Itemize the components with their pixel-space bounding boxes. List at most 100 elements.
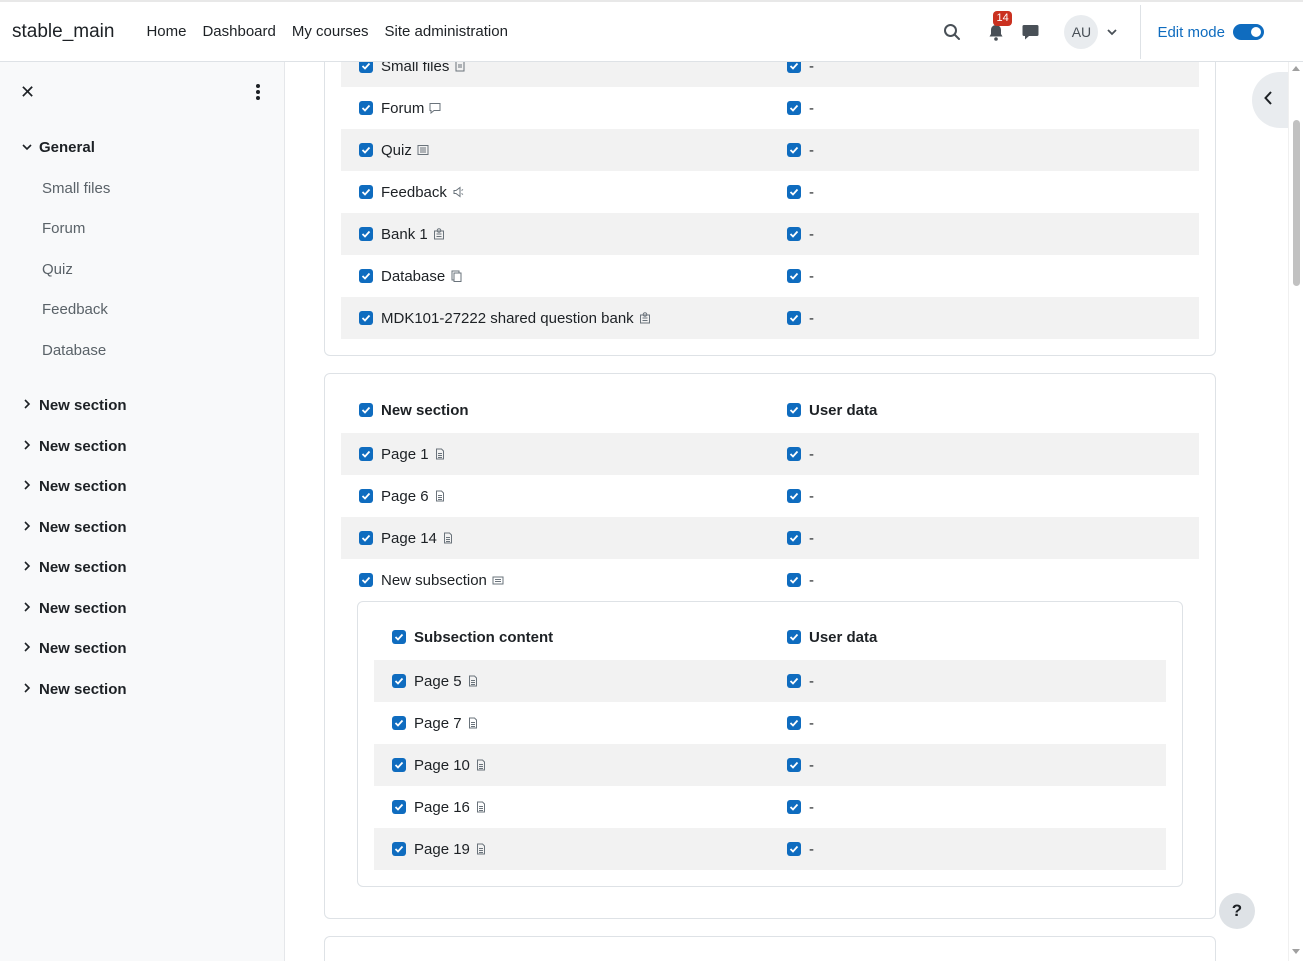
scroll-up-arrow-icon[interactable] [1292,66,1300,71]
checkbox-userdata[interactable] [787,531,801,545]
row-value: - [809,141,814,159]
checkbox-page-10[interactable] [392,758,406,772]
checkbox-quiz[interactable] [359,143,373,157]
checkbox-userdata-all[interactable] [787,403,801,417]
drawer-item-feedback[interactable]: Feedback [42,301,108,318]
course-index-drawer: ✕ General Small files Forum Quiz Feedbac… [0,62,285,961]
checkbox-userdata[interactable] [787,143,801,157]
checkbox-page-1[interactable] [359,447,373,461]
chevron-right-icon [20,683,34,696]
checkbox-userdata[interactable] [787,62,801,73]
drawer-item-forum[interactable]: Forum [42,220,85,237]
nav-dashboard[interactable]: Dashboard [202,23,275,40]
checkbox-userdata[interactable] [787,489,801,503]
page-icon [467,675,479,687]
page-icon [434,448,446,460]
drawer-section-6[interactable]: New section [20,600,127,617]
page-scrollbar[interactable] [1288,62,1303,961]
drawer-section-7[interactable]: New section [20,640,127,657]
drawer-section-general[interactable]: General [20,139,95,156]
checkbox-page-5[interactable] [392,674,406,688]
chevron-right-icon [20,561,34,574]
drawer-section-label: New section [39,681,127,698]
checkbox-userdata[interactable] [787,758,801,772]
checkbox-userdata[interactable] [787,227,801,241]
kebab-menu-icon[interactable] [252,82,264,102]
checkbox-userdata[interactable] [787,447,801,461]
chevron-down-icon [20,142,34,154]
drawer-section-3[interactable]: New section [20,478,127,495]
row-label: Small files [381,62,450,75]
checkbox-database[interactable] [359,269,373,283]
drawer-section-4[interactable]: New section [20,519,127,536]
site-brand[interactable]: stable_main [12,21,114,43]
table-row: MDK101-27222 shared question bank - [341,297,1199,339]
checkbox-feedback[interactable] [359,185,373,199]
navbar-right: 14 AU Edit mode [940,2,1303,62]
nav-site-administration[interactable]: Site administration [385,23,508,40]
checkbox-page-16[interactable] [392,800,406,814]
checkbox-userdata[interactable] [787,185,801,199]
checkbox-userdata[interactable] [787,842,801,856]
subsection-card: Subsection content User data Page 5 - Pa… [357,601,1183,887]
row-value: - [809,99,814,117]
checkbox-forum[interactable] [359,101,373,115]
checkbox-page-6[interactable] [359,489,373,503]
checkbox-userdata-all[interactable] [787,630,801,644]
nav-my-courses[interactable]: My courses [292,23,369,40]
page-icon [467,717,479,729]
messages-icon[interactable] [1018,20,1042,44]
table-row: Feedback - [341,171,1199,213]
scroll-thumb[interactable] [1293,120,1300,286]
file-icon [454,62,466,72]
checkbox-subsection-content[interactable] [392,630,406,644]
checkbox-userdata[interactable] [787,674,801,688]
edit-mode-toggle[interactable] [1233,24,1264,40]
avatar[interactable]: AU [1064,15,1099,49]
row-value: - [809,840,814,858]
nav-home[interactable]: Home [146,23,186,40]
checkbox-bank-1[interactable] [359,227,373,241]
checkbox-userdata[interactable] [787,311,801,325]
drawer-section-5[interactable]: New section [20,559,127,576]
row-label: New subsection [381,571,487,589]
row-label: Page 14 [381,529,437,547]
close-icon[interactable]: ✕ [20,82,35,103]
main-content: Small files - Forum - Quiz - Feedback - … [285,62,1288,961]
row-label: Page 7 [414,714,462,732]
userdata-title: User data [809,628,878,646]
row-label: Page 10 [414,756,470,774]
checkbox-page-14[interactable] [359,531,373,545]
checkbox-userdata[interactable] [787,573,801,587]
database-icon [450,270,462,282]
drawer-item-quiz[interactable]: Quiz [42,261,73,278]
help-button[interactable]: ? [1219,893,1255,929]
checkbox-new-section[interactable] [359,403,373,417]
row-value: - [809,487,814,505]
checkbox-new-subsection[interactable] [359,573,373,587]
row-value: - [809,672,814,690]
scroll-down-arrow-icon[interactable] [1292,949,1300,954]
checkbox-userdata[interactable] [787,800,801,814]
chevron-down-icon[interactable] [1100,20,1124,44]
checkbox-userdata[interactable] [787,716,801,730]
navbar-divider [1140,5,1142,59]
bell-icon[interactable]: 14 [984,11,1012,44]
drawer-section-8[interactable]: New section [20,681,127,698]
drawer-item-small-files[interactable]: Small files [42,180,110,197]
page-icon [442,532,454,544]
drawer-item-database[interactable]: Database [42,342,106,359]
checkbox-page-7[interactable] [392,716,406,730]
checkbox-page-19[interactable] [392,842,406,856]
checkbox-userdata[interactable] [787,269,801,283]
checkbox-shared-question-bank[interactable] [359,311,373,325]
checkbox-small-files[interactable] [359,62,373,73]
table-row: New subsection - [341,559,1199,601]
drawer-section-1[interactable]: New section [20,397,127,414]
row-label: Forum [381,99,425,117]
search-icon[interactable] [940,20,964,44]
checkbox-userdata[interactable] [787,101,801,115]
drawer-section-2[interactable]: New section [20,438,127,455]
row-label: Bank 1 [381,225,428,243]
row-value: - [809,183,814,201]
